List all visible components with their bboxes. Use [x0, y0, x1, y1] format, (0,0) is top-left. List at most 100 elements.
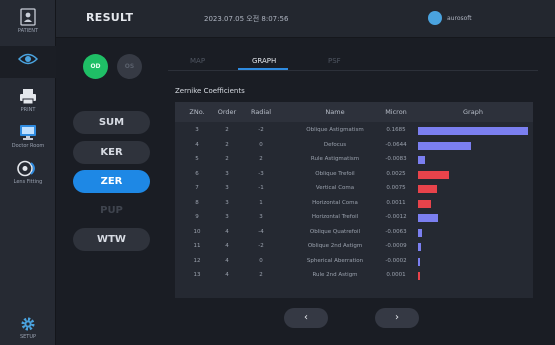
cell-order: 2	[225, 127, 229, 133]
header-order: Order	[217, 108, 237, 116]
rail-label-setup: SETUP	[19, 334, 37, 340]
cell-zno: 9	[195, 214, 199, 220]
cell-radial: 3	[259, 214, 263, 220]
coefficient-bar	[418, 170, 449, 179]
table-row: 11 4 -2 Oblique 2nd Astigm -0.0009	[175, 240, 533, 254]
cell-micron: 0.1685	[386, 127, 406, 133]
cell-name: Vertical Coma	[315, 185, 355, 191]
cell-micron: -0.0012	[385, 214, 407, 220]
table-row: 7 3 -1 Vertical Coma 0.0075	[175, 182, 533, 196]
coefficient-bar	[418, 185, 437, 193]
cell-micron: 0.0025	[386, 170, 406, 177]
od-eye-button[interactable]: OD	[83, 54, 108, 79]
cell-zno: 7	[195, 185, 199, 191]
table-header: ZNo. Order Radial Name Micron Graph	[175, 102, 533, 122]
cell-name: Defocus	[323, 141, 347, 148]
coefficient-bar	[418, 141, 471, 150]
tab-psf[interactable]: PSF	[328, 57, 341, 65]
coefficient-bar	[418, 156, 425, 164]
header-name: Name	[325, 108, 345, 116]
rail-item-measure[interactable]	[0, 46, 56, 78]
cell-zno: 11	[193, 243, 201, 249]
cell-radial: -4	[258, 228, 264, 235]
cell-micron: -0.0063	[385, 228, 407, 235]
cell-micron: 0.0001	[386, 272, 406, 278]
cell-micron: 0.0011	[386, 199, 406, 206]
cell-micron: 0.0075	[386, 185, 406, 191]
cell-name: Spherical Aberration	[306, 257, 364, 264]
cell-radial: -2	[258, 127, 264, 133]
cell-name: Oblique 2nd Astigm	[307, 243, 363, 249]
cell-order: 4	[225, 243, 229, 249]
tab-graph[interactable]: GRAPH	[252, 57, 276, 65]
next-page-button[interactable]: ›	[375, 308, 419, 328]
cell-order: 3	[225, 185, 229, 191]
rail-label-patient: PATIENT	[17, 28, 39, 34]
table-row: 3 2 -2 Oblique Astigmatism 0.1685	[175, 124, 533, 138]
cell-zno: 12	[193, 257, 201, 264]
cell-micron: -0.0002	[385, 257, 407, 264]
mode-wtw-button[interactable]: WTW	[73, 228, 150, 251]
cell-radial: -3	[258, 170, 264, 177]
cell-order: 2	[225, 156, 229, 162]
header-radial: Radial	[250, 108, 272, 116]
left-nav-rail: PATIENT PRINT Doctor Room Lens Fitting S…	[0, 0, 56, 345]
cell-order: 4	[225, 257, 229, 264]
coefficient-bar	[418, 228, 422, 237]
rail-item-doctor-room[interactable]: Doctor Room	[0, 124, 56, 149]
rail-item-print[interactable]: PRINT	[0, 88, 56, 113]
gear-icon	[21, 317, 35, 331]
rail-item-lens-fitting[interactable]: Lens Fitting	[0, 160, 56, 185]
user-avatar-icon[interactable]	[428, 11, 442, 25]
cell-name: Rule Astigmatism	[310, 156, 360, 162]
timestamp: 2023.07.05 오전 8:07:56	[204, 15, 289, 23]
zernike-table: ZNo. Order Radial Name Micron Graph 3 2 -2…	[175, 102, 533, 298]
os-eye-button[interactable]: OS	[117, 54, 142, 79]
coefficient-bar	[418, 214, 438, 222]
previous-page-button[interactable]: ‹	[284, 308, 328, 328]
coefficient-bar	[418, 243, 421, 251]
coefficient-bar	[418, 127, 528, 135]
print-icon	[20, 89, 36, 105]
cell-zno: 5	[195, 156, 199, 162]
coefficient-bar	[418, 199, 431, 208]
cell-radial: 2	[259, 272, 263, 278]
table-row: 6 3 -3 Oblique Trefoil 0.0025	[175, 168, 533, 182]
mode-pup-button: PUP	[100, 205, 123, 216]
cell-order: 3	[225, 214, 229, 220]
cell-radial: 0	[259, 257, 263, 264]
cell-micron: -0.0083	[385, 156, 407, 162]
cell-name: Rule 2nd Astigm	[312, 272, 358, 278]
cell-name: Horizontal Coma	[312, 199, 358, 206]
cell-name: Oblique Astigmatism	[306, 127, 364, 133]
cell-zno: 8	[195, 199, 199, 206]
header-micron: Micron	[385, 108, 407, 116]
rail-item-patient[interactable]: PATIENT	[0, 8, 56, 34]
user-name: aurosoft	[447, 15, 472, 22]
mode-zer-button[interactable]: ZER	[73, 170, 150, 193]
cell-zno: 6	[195, 170, 199, 177]
coefficient-bar	[418, 257, 420, 266]
cell-order: 4	[225, 228, 229, 235]
mode-sum-button[interactable]: SUM	[73, 111, 150, 134]
tab-map[interactable]: MAP	[190, 57, 205, 65]
cell-zno: 4	[195, 141, 199, 148]
monitor-icon	[20, 125, 36, 140]
cell-radial: -1	[258, 185, 264, 191]
rail-label-lens-fitting: Lens Fitting	[13, 179, 43, 185]
table-title: Zernike Coefficients	[175, 87, 245, 95]
cell-radial: 1	[259, 199, 263, 206]
top-header: RESULT 2023.07.05 오전 8:07:56 aurosoft	[56, 0, 555, 38]
tab-divider	[168, 70, 538, 71]
table-row: 13 4 2 Rule 2nd Astigm 0.0001	[175, 269, 533, 283]
cell-order: 3	[225, 199, 229, 206]
header-graph: Graph	[463, 108, 483, 116]
rail-label-print: PRINT	[20, 107, 36, 113]
rail-item-setup[interactable]: SETUP	[0, 316, 56, 340]
cell-name: Oblique Trefoil	[315, 170, 355, 177]
table-row: 9 3 3 Horizontal Trefoil -0.0012	[175, 211, 533, 225]
cell-name: Horizontal Trefoil	[311, 214, 359, 220]
cell-zno: 10	[193, 228, 201, 235]
table-row: 8 3 1 Horizontal Coma 0.0011	[175, 197, 533, 211]
mode-ker-button[interactable]: KER	[73, 141, 150, 164]
